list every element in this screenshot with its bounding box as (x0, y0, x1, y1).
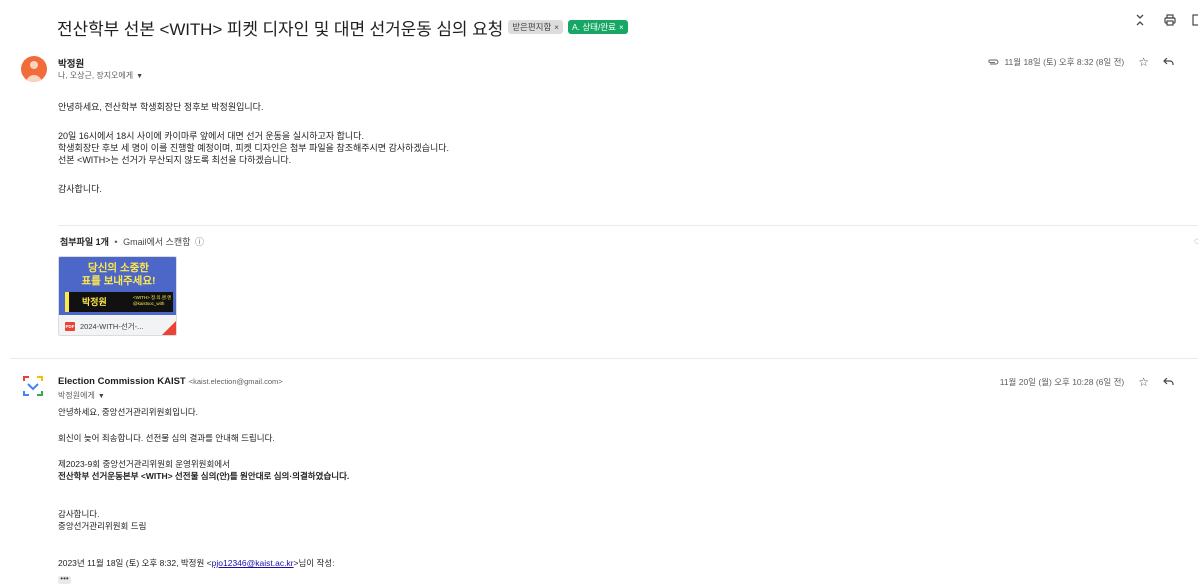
add-to-drive-icon[interactable]: ◌ (1194, 236, 1198, 247)
sender-name-text: Election Commission KAIST (58, 376, 186, 387)
body-line (58, 113, 449, 125)
poster-text: 표를 보내주세요! (81, 275, 156, 287)
message-body: 안녕하세요, 중앙선거관리위원회입니다. 회신이 늦어 죄송합니다. 선전물 심… (58, 406, 349, 569)
body-line-bold: 전산학부 선거운동본부 <WITH> 선전물 심의(안)를 원안대로 심의·의결… (58, 471, 350, 481)
scan-label: Gmail에서 스캔함 (123, 237, 191, 247)
attachment-filename: 2024-WITH-선거-... (80, 321, 144, 331)
quote-prefix: 2023년 11월 18일 (토) 오후 8:32, 박정원 < (58, 558, 212, 568)
remove-label-icon[interactable]: × (619, 23, 624, 32)
body-line: 회신이 늦어 죄송합니다. 선전물 심의 결과를 안내해 드립니다. (58, 433, 275, 443)
recipients-dropdown[interactable]: 박정원에게 ▼ (58, 390, 105, 401)
poster-small-line: @kaistsoc_with (133, 301, 165, 306)
reply-icon[interactable] (1163, 375, 1174, 389)
body-line: 학생회장단 후보 세 명이 이를 진행할 예정이며, 피켓 디자인은 첨부 파일… (58, 143, 450, 153)
date-text: 11월 20일 (월) 오후 10:28 (6일 전) (999, 377, 1125, 387)
attachment-thumbnail[interactable]: 당신의 소중한 표를 보내주세요! 박정원 <WITH> 정.의.랜.엔 @ka… (58, 256, 177, 336)
reply-icon[interactable] (1163, 55, 1174, 69)
label-chip-text: 받은편지함 (512, 22, 552, 32)
sender-email: <kaist.election@gmail.com> (188, 377, 283, 386)
label-chip-status[interactable]: A. 상태/완료 × (567, 20, 628, 34)
body-line: 제2023-9회 중앙선거관리위원회 운영위원회에서 (58, 459, 230, 469)
caret-down-icon: ▼ (136, 73, 144, 80)
separator: • (114, 237, 118, 247)
attachment-divider (58, 225, 1198, 226)
attachment-footer: PDF 2024-WITH-선거-... (59, 315, 176, 335)
message-divider (10, 358, 1198, 359)
file-corner-fold (162, 321, 176, 335)
info-icon[interactable]: ⓘ (195, 237, 204, 247)
message-meta: 11월 18일 (토) 오후 8:32 (8일 전) ☆ (987, 55, 1174, 69)
caret-down-icon: ▼ (97, 393, 105, 400)
poster-small-text: <WITH> 정.의.랜.엔 @kaistsoc_with (133, 295, 171, 307)
attachment-clip-icon (987, 57, 1002, 67)
email-thread-view: 전산학부 선본 <WITH> 피켓 디자인 및 대면 선거운동 심의 요청 받은… (0, 0, 1198, 587)
date-text: 11월 18일 (토) 오후 8:32 (8일 전) (1004, 57, 1125, 67)
quote-suffix: >님이 작성: (293, 558, 335, 568)
attachment-preview: 당신의 소중한 표를 보내주세요! 박정원 <WITH> 정.의.랜.엔 @ka… (59, 257, 176, 315)
show-trimmed-content-button[interactable]: ••• (58, 575, 71, 584)
attachment-count: 첨부파일 1개 (60, 237, 109, 247)
quote-attribution: 2023년 11월 18일 (토) 오후 8:32, 박정원 <pjo12346… (58, 557, 349, 569)
label-chip-text: A. 상태/완료 (571, 22, 617, 32)
poster-stripe (65, 292, 69, 312)
avatar-head (30, 61, 38, 69)
body-line: 안녕하세요, 중앙선거관리위원회입니다. (58, 407, 199, 417)
recipients-dropdown[interactable]: 나, 오상근, 장지오에게 ▼ (58, 70, 143, 81)
star-icon[interactable]: ☆ (1138, 55, 1149, 69)
remove-label-icon[interactable]: × (554, 23, 559, 32)
quote-email-link[interactable]: pjo12346@kaist.ac.kr (212, 558, 294, 568)
sender-avatar[interactable] (21, 56, 47, 82)
message-meta: 11월 20일 (월) 오후 10:28 (6일 전) ☆ (1000, 375, 1174, 389)
open-in-new-window-icon[interactable] (1192, 14, 1198, 29)
label-chip-inbox[interactable]: 받은편지함 × (508, 20, 563, 34)
sender-name[interactable]: Election Commission KAIST <kaist.election… (58, 376, 283, 387)
body-line: 감사합니다. (58, 184, 102, 194)
message-date: 11월 18일 (토) 오후 8:32 (8일 전) (987, 56, 1124, 68)
pdf-icon: PDF (65, 321, 75, 331)
email-subject: 전산학부 선본 <WITH> 피켓 디자인 및 대면 선거운동 심의 요청 (57, 19, 504, 39)
body-line: 선본 <WITH>는 선거가 무산되지 않도록 최선을 다하겠습니다. (58, 155, 292, 165)
subject-row: 전산학부 선본 <WITH> 피켓 디자인 및 대면 선거운동 심의 요청 받은… (57, 14, 1198, 40)
sender-name[interactable]: 박정원 (58, 56, 84, 70)
recipients-text: 나, 오상근, 장지오에게 (58, 71, 134, 80)
thread-actions (1132, 14, 1198, 29)
attachments-header: 첨부파일 1개 • Gmail에서 스캔함 ⓘ (60, 235, 204, 248)
expand-collapse-icon[interactable] (1132, 14, 1148, 29)
body-line: 20일 16시에서 18시 사이에 카이마루 앞에서 대면 선거 운동을 실시하… (58, 131, 364, 141)
avatar-body (26, 75, 42, 82)
message-body: 안녕하세요, 전산학부 학생회장단 정후보 박정원입니다. 20일 16시에서 … (58, 101, 449, 195)
recipients-text: 박정원에게 (58, 391, 95, 400)
print-icon[interactable] (1162, 14, 1178, 29)
body-line: 중앙선거관리위원회 드림 (58, 521, 147, 531)
star-icon[interactable]: ☆ (1138, 375, 1149, 389)
poster-name: 박정원 (82, 297, 107, 307)
body-line: 안녕하세요, 전산학부 학생회장단 정후보 박정원입니다. (58, 102, 264, 112)
body-line (58, 166, 449, 178)
body-line: 감사합니다. (58, 509, 100, 519)
election-commission-avatar[interactable] (22, 375, 44, 397)
